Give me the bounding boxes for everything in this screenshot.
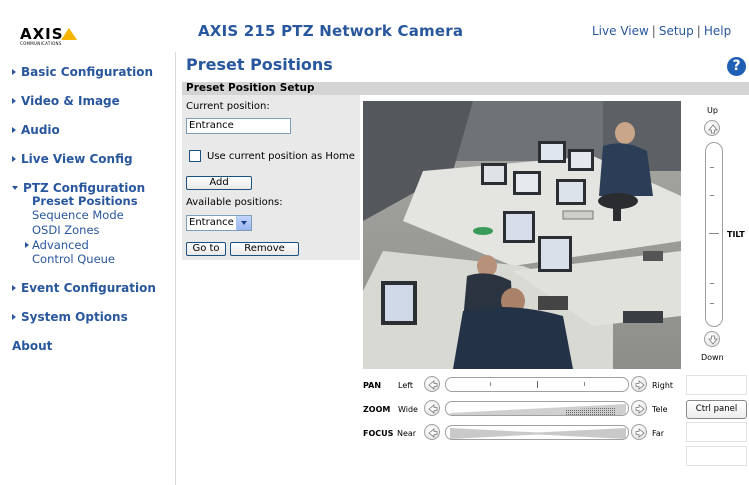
link-separator: | xyxy=(696,24,701,38)
logo-triangle-icon xyxy=(61,28,77,40)
preset-form-panel: Current position: Entrance Use current p… xyxy=(182,95,360,260)
focus-near-label: Near xyxy=(397,429,417,438)
focus-label: FOCUS xyxy=(363,429,394,438)
zoom-slider[interactable] xyxy=(445,401,629,416)
tilt-slider[interactable] xyxy=(705,142,723,327)
sidebar-item-system-options[interactable]: System Options xyxy=(12,310,128,324)
ctrl-panel-button[interactable]: Ctrl panel xyxy=(686,400,747,419)
chevron-right-icon xyxy=(12,156,16,162)
chevron-down-icon[interactable] xyxy=(236,216,251,230)
remove-button[interactable]: Remove xyxy=(230,242,299,256)
chevron-right-icon xyxy=(12,285,16,291)
use-as-home-label: Use current position as Home xyxy=(207,151,355,162)
sidebar-subitem-preset-positions[interactable]: Preset Positions xyxy=(32,194,138,208)
tilt-up-arrow-icon[interactable] xyxy=(704,120,720,136)
sidebar-item-live-view-config[interactable]: Live View Config xyxy=(12,152,133,166)
chevron-right-icon xyxy=(12,127,16,133)
pan-slider[interactable] xyxy=(445,377,629,392)
help-link[interactable]: Help xyxy=(704,24,731,38)
sidebar-item-label: Audio xyxy=(21,123,60,137)
sidebar-item-event-configuration[interactable]: Event Configuration xyxy=(12,281,156,295)
pan-left-label: Left xyxy=(398,381,414,390)
link-separator: | xyxy=(651,24,656,38)
sidebar-subitem-osdi-zones[interactable]: OSDI Zones xyxy=(32,223,100,237)
sidebar-item-ptz-configuration[interactable]: PTZ Configuration xyxy=(12,181,145,195)
select-value: Entrance xyxy=(189,217,234,228)
tilt-down-arrow-icon[interactable] xyxy=(704,331,720,347)
sidebar: Basic Configuration Video & Image Audio … xyxy=(0,52,176,485)
axis-logo[interactable]: AXIS COMMUNICATIONS xyxy=(20,25,80,47)
pan-label: PAN xyxy=(363,381,382,390)
pan-center-mark xyxy=(537,381,538,388)
zoom-tele-arrow-icon[interactable] xyxy=(631,400,647,416)
add-button[interactable]: Add xyxy=(186,176,252,190)
pan-tick xyxy=(584,382,585,386)
tilt-tick xyxy=(710,303,714,304)
sidebar-item-basic-configuration[interactable]: Basic Configuration xyxy=(12,65,153,79)
zoom-label: ZOOM xyxy=(363,405,391,414)
chevron-right-icon xyxy=(12,314,16,320)
zoom-wide-arrow-icon[interactable] xyxy=(424,400,440,416)
sidebar-item-label: Live View Config xyxy=(21,152,133,166)
sidebar-item-label: Basic Configuration xyxy=(21,65,154,79)
focus-far-arrow-icon[interactable] xyxy=(631,424,647,440)
office-camera-scene xyxy=(363,101,681,369)
sidebar-subitem-sequence-mode[interactable]: Sequence Mode xyxy=(32,208,124,222)
zoom-wedge-graphic xyxy=(450,404,626,415)
tilt-tick xyxy=(710,167,714,168)
empty-control-slot xyxy=(686,446,747,466)
sidebar-subitem-control-queue[interactable]: Control Queue xyxy=(32,252,115,266)
sidebar-item-video-image[interactable]: Video & Image xyxy=(12,94,120,108)
focus-bowtie-graphic xyxy=(450,428,626,439)
tilt-tick xyxy=(710,195,714,196)
sidebar-item-about[interactable]: About xyxy=(12,339,52,353)
tilt-label: TILT xyxy=(727,230,745,239)
section-header: Preset Position Setup xyxy=(182,82,749,95)
sidebar-item-label: Event Configuration xyxy=(21,281,156,295)
product-title: AXIS 215 PTZ Network Camera xyxy=(198,22,464,40)
available-positions-select[interactable]: Entrance xyxy=(186,215,252,231)
current-position-input[interactable]: Entrance xyxy=(186,118,291,134)
page-title: Preset Positions xyxy=(186,55,333,74)
tilt-up-label: Up xyxy=(707,106,718,115)
goto-button[interactable]: Go to xyxy=(186,242,226,256)
chevron-right-icon xyxy=(12,69,16,75)
sidebar-item-label: System Options xyxy=(21,310,128,324)
zoom-tele-label: Tele xyxy=(652,405,668,414)
tilt-tick xyxy=(710,283,714,284)
tilt-down-label: Down xyxy=(701,353,724,362)
chevron-right-icon xyxy=(25,242,29,248)
empty-control-slot xyxy=(686,375,747,395)
sidebar-item-label: About xyxy=(12,339,53,353)
sidebar-item-label: PTZ Configuration xyxy=(23,181,146,195)
logo-subtext: COMMUNICATIONS xyxy=(20,41,62,46)
sidebar-subitem-advanced[interactable]: Advanced xyxy=(32,238,89,252)
pan-left-arrow-icon[interactable] xyxy=(424,376,440,392)
tilt-center-mark xyxy=(709,233,719,234)
focus-slider[interactable] xyxy=(445,425,629,440)
chevron-down-icon xyxy=(12,186,18,190)
top-links: Live View | Setup | Help xyxy=(592,24,731,38)
chevron-right-icon xyxy=(12,98,16,104)
help-icon[interactable]: ? xyxy=(727,57,746,76)
sidebar-item-label: Video & Image xyxy=(21,94,120,108)
empty-control-slot xyxy=(686,422,747,442)
focus-near-arrow-icon[interactable] xyxy=(424,424,440,440)
pan-right-label: Right xyxy=(652,381,674,390)
pan-right-arrow-icon[interactable] xyxy=(631,376,647,392)
current-position-label: Current position: xyxy=(186,101,270,112)
setup-link[interactable]: Setup xyxy=(659,24,694,38)
live-view-link[interactable]: Live View xyxy=(592,24,649,38)
live-video-image[interactable] xyxy=(363,101,681,369)
focus-far-label: Far xyxy=(652,429,665,438)
sidebar-item-audio[interactable]: Audio xyxy=(12,123,60,137)
pan-tick xyxy=(490,382,491,386)
use-as-home-checkbox[interactable] xyxy=(189,150,201,162)
zoom-wide-label: Wide xyxy=(398,405,418,414)
available-positions-label: Available positions: xyxy=(186,197,283,208)
